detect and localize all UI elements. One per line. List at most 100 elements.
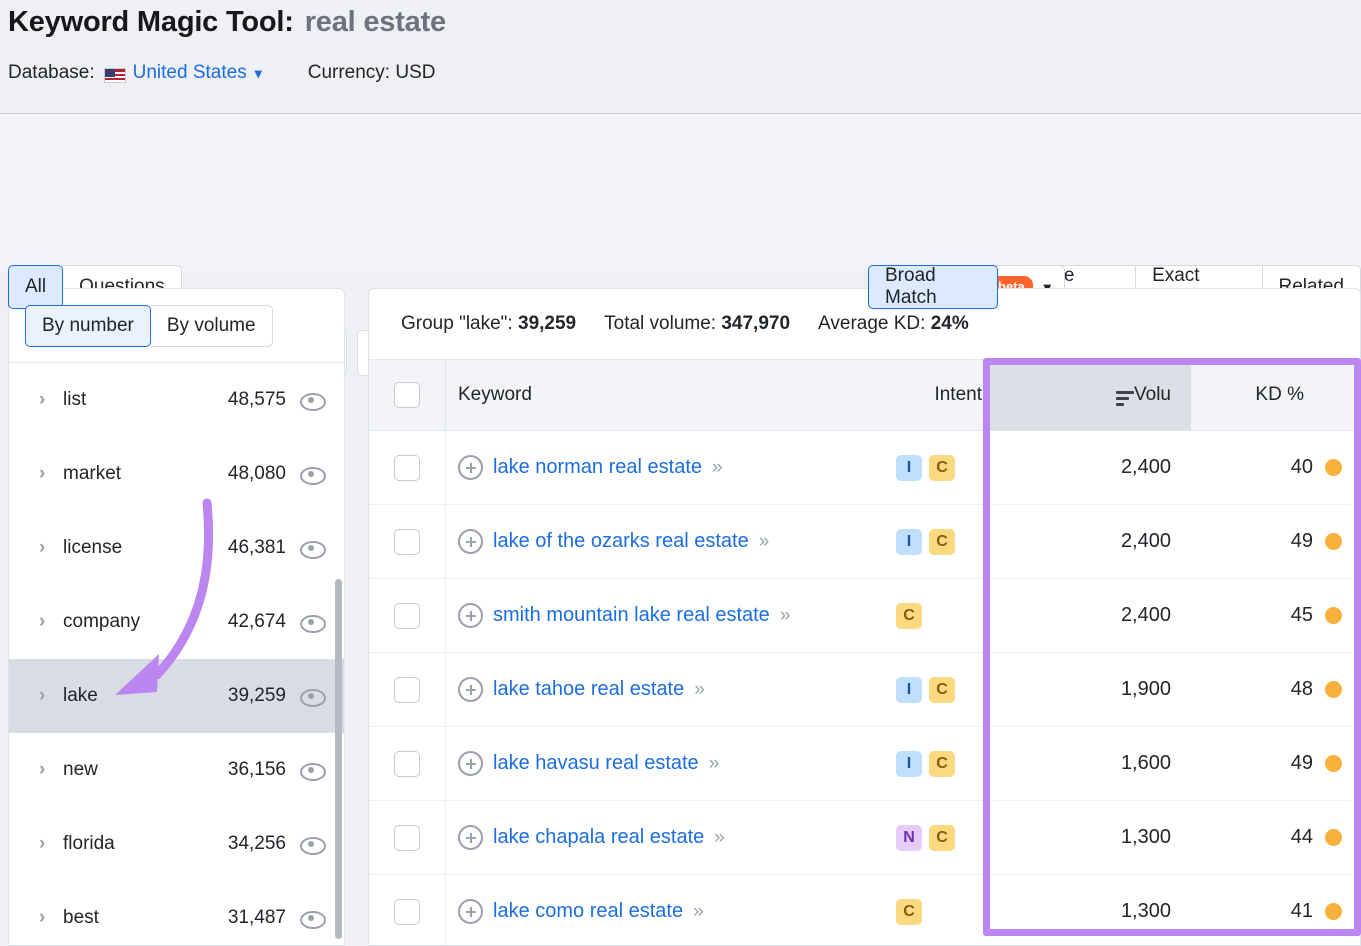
- table-row[interactable]: lake tahoe real estate » I C 1,900 48: [369, 653, 1360, 727]
- eye-icon[interactable]: [300, 907, 326, 929]
- column-header-intent[interactable]: Intent: [896, 360, 986, 430]
- row-select-cell[interactable]: [369, 653, 446, 726]
- column-header-keyword[interactable]: Keyword: [446, 360, 896, 430]
- sidebar-scrollbar[interactable]: [335, 579, 342, 939]
- intent-badge-C[interactable]: C: [896, 898, 922, 925]
- intent-badge-I[interactable]: I: [896, 454, 922, 481]
- keyword-link[interactable]: lake of the ozarks real estate: [493, 530, 749, 553]
- keyword-link[interactable]: lake norman real estate: [493, 456, 702, 479]
- sidebar-item-florida[interactable]: › florida 34,256: [9, 807, 344, 881]
- row-select-cell[interactable]: [369, 505, 446, 578]
- select-all-cell[interactable]: [369, 360, 446, 430]
- sidebar-item-lake[interactable]: › lake 39,259: [9, 659, 344, 733]
- sort-toggle-1[interactable]: By volume: [150, 304, 273, 347]
- keyword-link[interactable]: lake chapala real estate: [493, 826, 704, 849]
- intent-badge-I[interactable]: I: [896, 750, 922, 777]
- chevron-right-icon[interactable]: ›: [39, 833, 63, 855]
- table-row[interactable]: lake chapala real estate » N C 1,300 44: [369, 801, 1360, 875]
- row-select-cell[interactable]: [369, 727, 446, 800]
- eye-icon[interactable]: [300, 685, 326, 707]
- eye-icon[interactable]: [300, 389, 326, 411]
- sidebar-item-license[interactable]: › license 46,381: [9, 511, 344, 585]
- add-keyword-icon[interactable]: [458, 677, 483, 702]
- chevron-double-right-icon[interactable]: »: [759, 531, 769, 553]
- eye-icon[interactable]: [300, 611, 326, 633]
- row-select-cell[interactable]: [369, 801, 446, 874]
- keyword-cell: lake tahoe real estate »: [446, 653, 896, 726]
- eye-icon[interactable]: [300, 537, 326, 559]
- keyword-link[interactable]: smith mountain lake real estate: [493, 604, 770, 627]
- chevron-right-icon[interactable]: ›: [39, 759, 63, 781]
- intent-badge-C[interactable]: C: [896, 602, 922, 629]
- chevron-right-icon[interactable]: ›: [39, 537, 63, 559]
- keyword-link[interactable]: lake tahoe real estate: [493, 678, 684, 701]
- row-checkbox[interactable]: [394, 750, 420, 777]
- row-checkbox[interactable]: [394, 602, 420, 629]
- intent-badge-I[interactable]: I: [896, 676, 922, 703]
- chevron-double-right-icon[interactable]: »: [780, 605, 790, 627]
- eye-icon[interactable]: [300, 463, 326, 485]
- sidebar-item-best[interactable]: › best 31,487: [9, 881, 344, 945]
- database-selector[interactable]: United States: [133, 62, 247, 84]
- intent-badge-C[interactable]: C: [929, 454, 955, 481]
- chevron-right-icon[interactable]: ›: [39, 389, 63, 411]
- column-header-volume[interactable]: Volu: [986, 360, 1191, 430]
- sidebar-item-company[interactable]: › company 42,674: [9, 585, 344, 659]
- row-select-cell[interactable]: [369, 875, 446, 945]
- table-row[interactable]: lake como real estate » C 1,300 41: [369, 875, 1360, 945]
- add-keyword-icon[interactable]: [458, 825, 483, 850]
- chevron-double-right-icon[interactable]: »: [694, 679, 704, 701]
- sidebar-item-list[interactable]: › list 48,575: [9, 363, 344, 437]
- sidebar-item-new[interactable]: › new 36,156: [9, 733, 344, 807]
- intent-badge-C[interactable]: C: [929, 750, 955, 777]
- row-select-cell[interactable]: [369, 431, 446, 504]
- sort-descending-icon[interactable]: [1116, 391, 1134, 409]
- eye-icon[interactable]: [300, 833, 326, 855]
- chevron-double-right-icon[interactable]: »: [712, 457, 722, 479]
- add-keyword-icon[interactable]: [458, 455, 483, 480]
- intent-badge-C[interactable]: C: [929, 676, 955, 703]
- add-keyword-icon[interactable]: [458, 529, 483, 554]
- match-tab-0[interactable]: All: [8, 265, 64, 309]
- chevron-right-icon[interactable]: ›: [39, 907, 63, 929]
- row-checkbox[interactable]: [394, 454, 420, 481]
- table-row[interactable]: lake norman real estate » I C 2,400 40: [369, 431, 1360, 505]
- table-row[interactable]: lake of the ozarks real estate » I C 2,400 49: [369, 505, 1360, 579]
- average-kd-value: 24%: [930, 313, 969, 334]
- chevron-right-icon[interactable]: ›: [39, 463, 63, 485]
- row-select-cell[interactable]: [369, 579, 446, 652]
- add-keyword-icon[interactable]: [458, 899, 483, 924]
- intent-badge-C[interactable]: C: [929, 528, 955, 555]
- row-checkbox[interactable]: [394, 676, 420, 703]
- row-checkbox[interactable]: [394, 528, 420, 555]
- chevron-double-right-icon[interactable]: »: [693, 901, 703, 923]
- group-count: 48,575: [227, 389, 286, 410]
- add-keyword-icon[interactable]: [458, 603, 483, 628]
- chevron-double-right-icon[interactable]: »: [714, 827, 724, 849]
- intent-cell: IC: [896, 653, 986, 726]
- row-checkbox[interactable]: [394, 898, 420, 925]
- column-header-kd[interactable]: KD %: [1191, 360, 1360, 430]
- groups-sidebar: By number By volume › list 48,575 › market 48,…: [8, 288, 345, 946]
- table-row[interactable]: lake havasu real estate » I C 1,600 49: [369, 727, 1360, 801]
- intent-badge-N[interactable]: N: [896, 824, 922, 851]
- select-all-checkbox[interactable]: [394, 382, 420, 408]
- chevron-double-right-icon[interactable]: »: [709, 753, 719, 775]
- chevron-down-icon[interactable]: ▾: [255, 65, 262, 82]
- intent-badge-I[interactable]: I: [896, 528, 922, 555]
- sort-toggle-0[interactable]: By number: [25, 304, 151, 347]
- chevron-right-icon[interactable]: ›: [39, 685, 63, 707]
- add-keyword-icon[interactable]: [458, 751, 483, 776]
- eye-icon[interactable]: [300, 759, 326, 781]
- keyword-link[interactable]: lake havasu real estate: [493, 752, 699, 775]
- us-flag-icon: [103, 67, 126, 83]
- table-row[interactable]: smith mountain lake real estate » C 2,400 45: [369, 579, 1360, 653]
- sidebar-item-market[interactable]: › market 48,080: [9, 437, 344, 511]
- table-summary: Group "lake": 39,259 Total volume: 347,9…: [369, 289, 1360, 359]
- row-checkbox[interactable]: [394, 824, 420, 851]
- kd-indicator-dot: [1325, 829, 1342, 846]
- chevron-right-icon[interactable]: ›: [39, 611, 63, 633]
- intent-badge-C[interactable]: C: [929, 824, 955, 851]
- match-tab-0[interactable]: Broad Match: [868, 265, 999, 309]
- keyword-link[interactable]: lake como real estate: [493, 900, 683, 923]
